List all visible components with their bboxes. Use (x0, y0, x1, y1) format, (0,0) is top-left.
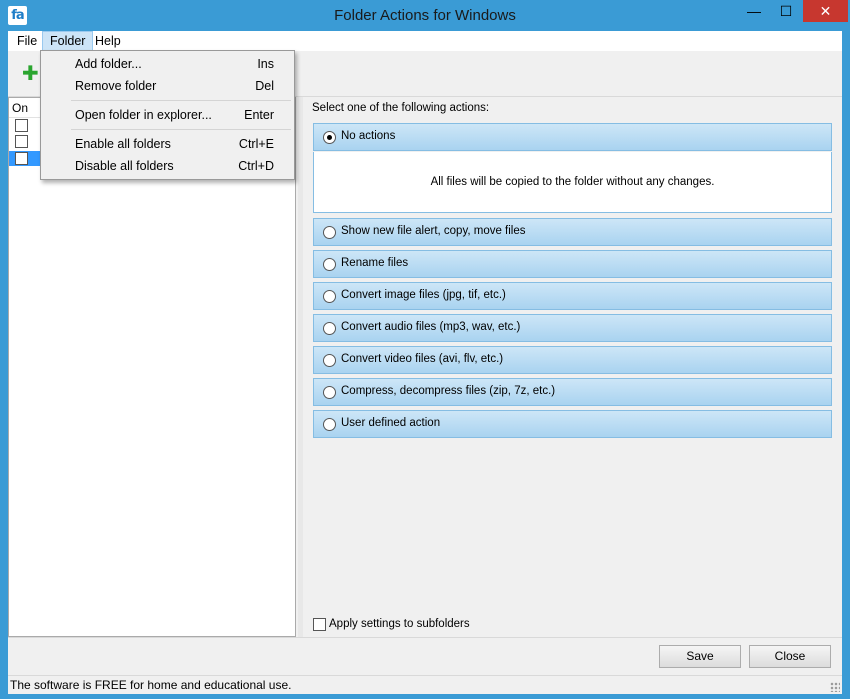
action-label: User defined action (341, 417, 441, 429)
action-label: Compress, decompress files (zip, 7z, etc… (341, 385, 556, 397)
column-header-on[interactable]: On (12, 101, 28, 115)
radio-selected-icon[interactable] (323, 131, 336, 144)
minimize-icon[interactable]: — (738, 0, 770, 22)
menu-item-shortcut: Enter (244, 108, 274, 122)
menu-item-shortcut: Del (255, 79, 274, 93)
pane-splitter[interactable] (298, 97, 303, 637)
menu-item-label: Remove folder (75, 79, 157, 93)
menu-separator (71, 129, 291, 130)
radio-icon[interactable] (323, 258, 336, 271)
save-button[interactable]: Save (659, 645, 741, 668)
maximize-icon[interactable]: ☐ (770, 0, 802, 22)
action-label: Convert audio files (mp3, wav, etc.) (341, 321, 521, 333)
action-label: Rename files (341, 257, 409, 269)
menu-item-label: Enable all folders (75, 137, 171, 151)
radio-icon[interactable] (323, 226, 336, 239)
menu-item-shortcut: Ins (257, 57, 274, 71)
folder-dropdown-menu: Add folder... Ins Remove folder Del Open… (40, 50, 295, 180)
radio-icon[interactable] (323, 290, 336, 303)
menu-file[interactable]: File (10, 31, 44, 51)
button-bar: Save Close (8, 637, 842, 676)
close-window-icon[interactable]: ✕ (803, 0, 848, 22)
menu-folder[interactable]: Folder (42, 31, 94, 51)
close-button[interactable]: Close (749, 645, 831, 668)
action-no-actions[interactable]: No actions (313, 123, 832, 151)
action-label: No actions (341, 130, 396, 142)
action-label: Show new file alert, copy, move files (341, 225, 526, 237)
actions-panel: Select one of the following actions: No … (305, 97, 842, 637)
menu-item-disable-all[interactable]: Disable all folders Ctrl+D (75, 155, 274, 177)
action-label: Convert video files (avi, flv, etc.) (341, 353, 504, 365)
action-compress[interactable]: Compress, decompress files (zip, 7z, etc… (313, 378, 832, 406)
action-description-box: All files will be copied to the folder w… (313, 152, 832, 213)
window-border-right (842, 31, 850, 699)
menu-bar: File Folder Help (0, 31, 850, 51)
menu-item-open-explorer[interactable]: Open folder in explorer... Enter (75, 104, 274, 126)
action-rename-files[interactable]: Rename files (313, 250, 832, 278)
radio-icon[interactable] (323, 322, 336, 335)
status-bar: The software is FREE for home and educat… (8, 675, 842, 694)
menu-item-shortcut: Ctrl+D (238, 159, 274, 173)
status-text: The software is FREE for home and educat… (10, 678, 292, 692)
folder-enable-checkbox[interactable] (15, 119, 28, 132)
menu-item-shortcut: Ctrl+E (238, 137, 274, 151)
menu-separator (71, 100, 291, 101)
window-border-left (0, 31, 8, 699)
action-show-alert[interactable]: Show new file alert, copy, move files (313, 218, 832, 246)
menu-item-label: Add folder... (75, 57, 142, 71)
action-user-defined[interactable]: User defined action (313, 410, 832, 438)
folder-enable-checkbox[interactable] (15, 152, 28, 165)
apply-subfolders-checkbox[interactable] (313, 618, 326, 631)
radio-icon[interactable] (323, 418, 336, 431)
menu-help[interactable]: Help (88, 31, 128, 51)
action-label: Convert image files (jpg, tif, etc.) (341, 289, 506, 301)
action-convert-audio[interactable]: Convert audio files (mp3, wav, etc.) (313, 314, 832, 342)
menu-item-label: Disable all folders (75, 159, 174, 173)
action-description: All files will be copied to the folder w… (430, 176, 715, 188)
folder-enable-checkbox[interactable] (15, 135, 28, 148)
action-convert-video[interactable]: Convert video files (avi, flv, etc.) (313, 346, 832, 374)
menu-item-remove-folder[interactable]: Remove folder Del (75, 75, 274, 97)
radio-icon[interactable] (323, 354, 336, 367)
resize-grip-icon[interactable] (830, 682, 840, 692)
menu-item-enable-all[interactable]: Enable all folders Ctrl+E (75, 133, 274, 155)
title-bar[interactable]: fa Folder Actions for Windows — ☐ ✕ (0, 0, 850, 31)
action-convert-image[interactable]: Convert image files (jpg, tif, etc.) (313, 282, 832, 310)
menu-item-add-folder[interactable]: Add folder... Ins (75, 53, 274, 75)
app-window: fa Folder Actions for Windows — ☐ ✕ File… (0, 0, 850, 699)
radio-icon[interactable] (323, 386, 336, 399)
window-title: Folder Actions for Windows (334, 7, 516, 24)
apply-subfolders-label[interactable]: Apply settings to subfolders (329, 618, 470, 630)
actions-instruction: Select one of the following actions: (312, 102, 490, 114)
menu-item-label: Open folder in explorer... (75, 108, 212, 122)
add-folder-plus-icon[interactable]: ✚ (22, 64, 39, 84)
